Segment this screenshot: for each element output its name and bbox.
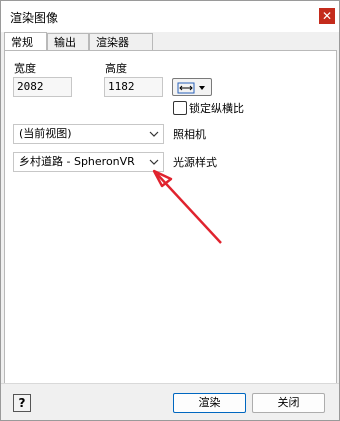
close-window-button[interactable]: ✕ [319, 8, 335, 24]
height-input[interactable]: 1182 [104, 77, 163, 97]
annotation-arrow [152, 169, 222, 244]
render-image-dialog: 渲染图像 ✕ 常规 输出 渲染器 宽度 2082 高度 1182 锁定纵横比 (… [0, 0, 340, 421]
lighting-select-value: 乡村道路 - SpheronVR [19, 155, 135, 168]
camera-select-value: (当前视图) [19, 127, 72, 140]
lock-aspect-checkbox[interactable] [173, 101, 187, 115]
help-button[interactable]: ? [13, 394, 31, 412]
lighting-style-label: 光源样式 [173, 156, 217, 169]
camera-label: 照相机 [173, 128, 206, 141]
lock-aspect-label: 锁定纵横比 [189, 102, 244, 115]
dropdown-caret-icon [199, 86, 205, 90]
render-button[interactable]: 渲染 [173, 393, 246, 413]
horizontal-arrows-icon [177, 82, 205, 94]
chevron-down-icon [149, 131, 159, 137]
close-button[interactable]: 关闭 [252, 393, 325, 413]
footer-separator [1, 383, 339, 384]
tab-general[interactable]: 常规 [4, 32, 47, 51]
lighting-style-select[interactable]: 乡村道路 - SpheronVR [13, 152, 164, 172]
width-input[interactable]: 2082 [13, 77, 72, 97]
tab-output[interactable]: 输出 [47, 33, 89, 50]
tab-strip: 常规 输出 渲染器 [1, 32, 339, 51]
window-title: 渲染图像 [10, 11, 59, 25]
title-bar[interactable]: 渲染图像 ✕ [1, 1, 339, 32]
height-label: 高度 [105, 62, 127, 75]
size-preset-dropdown-button[interactable] [172, 78, 212, 96]
camera-select[interactable]: (当前视图) [13, 124, 164, 144]
tab-renderer[interactable]: 渲染器 [89, 33, 153, 50]
width-label: 宽度 [14, 62, 36, 75]
chevron-down-icon [149, 159, 159, 165]
